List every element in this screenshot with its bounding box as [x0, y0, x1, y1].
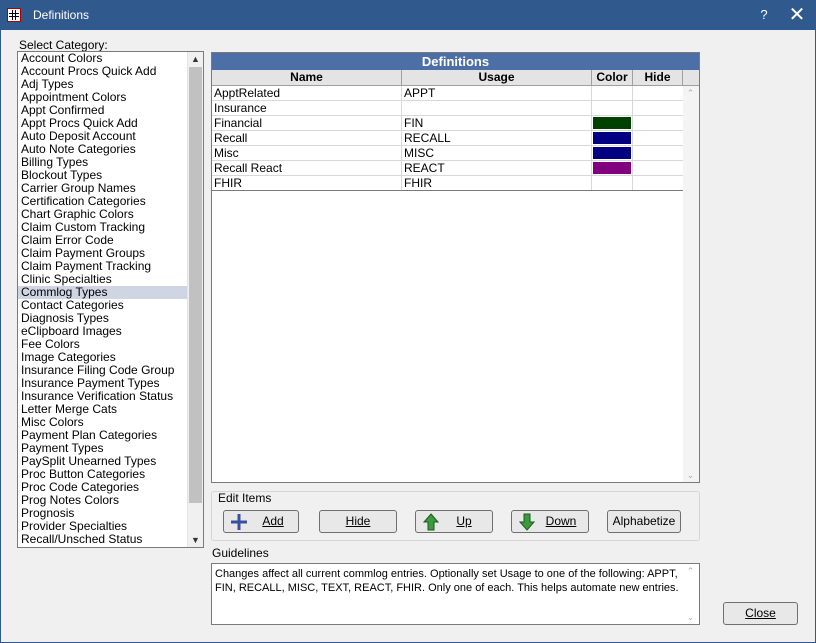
cell-hide [633, 116, 683, 130]
guidelines-scroll-down-icon[interactable]: ⌄ [683, 610, 698, 624]
cell-name: Recall React [212, 161, 402, 175]
cell-name: ApptRelated [212, 86, 402, 100]
table-row[interactable]: Insurance [212, 101, 683, 116]
cell-usage: FIN [402, 116, 592, 130]
cell-hide [633, 176, 683, 190]
select-category-label: Select Category: [19, 38, 108, 52]
cell-color [592, 86, 633, 100]
table-row[interactable]: FHIR FHIR [212, 176, 683, 191]
grid-scroll-up-icon[interactable]: ⌃ [683, 86, 698, 100]
scroll-thumb[interactable] [189, 67, 202, 503]
add-button-label: Add [262, 514, 284, 528]
color-swatch [593, 162, 631, 174]
plus-icon [231, 514, 247, 530]
grid-title: Definitions [212, 53, 699, 70]
cell-usage: FHIR [402, 176, 592, 190]
cell-name: Recall [212, 131, 402, 145]
table-row[interactable]: ApptRelated APPT [212, 86, 683, 101]
up-button-label: Up [456, 514, 472, 528]
definitions-window: Definitions ? ✕ Select Category: Account… [0, 0, 816, 643]
close-window-icon[interactable]: ✕ [787, 4, 807, 26]
guidelines-label: Guidelines [212, 546, 269, 560]
column-header-hide[interactable]: Hide [633, 70, 683, 85]
guidelines-scrollbar[interactable]: ⌃ ⌄ [683, 564, 699, 624]
cell-color [592, 146, 633, 160]
cell-color [592, 101, 633, 115]
grid-scroll-down-icon[interactable]: ⌄ [683, 468, 698, 482]
cell-color [592, 161, 633, 175]
color-swatch [593, 147, 631, 159]
hide-button[interactable]: Hide [319, 510, 397, 533]
up-button[interactable]: Up [415, 510, 493, 533]
cell-color [592, 116, 633, 130]
column-header-color[interactable]: Color [592, 70, 633, 85]
category-item[interactable]: Recall/Unsched Status [18, 533, 203, 546]
table-row[interactable]: Recall RECALL [212, 131, 683, 146]
cell-usage: REACT [402, 161, 592, 175]
up-arrow-icon [422, 513, 440, 531]
cell-name: Financial [212, 116, 402, 130]
guidelines-text: Changes affect all current commlog entri… [215, 568, 679, 594]
category-items: Account Colors Account Procs Quick Add Adj… [18, 52, 203, 546]
table-row[interactable]: Recall React REACT [212, 161, 683, 176]
table-row[interactable]: Financial FIN [212, 116, 683, 131]
definitions-grid: Definitions Name Usage Color Hide ApptRe… [211, 52, 700, 483]
hide-button-label: Hide [345, 514, 371, 528]
cell-hide [633, 161, 683, 175]
cell-name: Misc [212, 146, 402, 160]
cell-usage: APPT [402, 86, 592, 100]
help-button[interactable]: ? [754, 7, 774, 25]
category-list-scrollbar[interactable]: ▲ ▼ [187, 52, 203, 547]
color-swatch [593, 117, 631, 129]
scroll-up-icon[interactable]: ▲ [188, 52, 203, 66]
grid-header: Name Usage Color Hide [212, 70, 699, 86]
title-bar: Definitions ? ✕ [1, 1, 815, 30]
grid-scrollbar[interactable]: ⌃ ⌄ [683, 86, 699, 482]
cell-name: Insurance [212, 101, 402, 115]
close-button-label: Close [745, 606, 776, 620]
cell-usage: MISC [402, 146, 592, 160]
grid-body: ApptRelated APPT Insurance Financial FIN Reca… [212, 86, 683, 191]
cell-usage [402, 101, 592, 115]
cell-color [592, 131, 633, 145]
down-button[interactable]: Down [511, 510, 589, 533]
color-swatch [593, 132, 631, 144]
column-header-name[interactable]: Name [212, 70, 402, 85]
cell-name: FHIR [212, 176, 402, 190]
add-button[interactable]: Add [223, 510, 299, 533]
cell-hide [633, 101, 683, 115]
down-arrow-icon [518, 513, 536, 531]
cell-hide [633, 146, 683, 160]
cell-hide [633, 131, 683, 145]
app-grid-icon [7, 8, 21, 22]
cell-color [592, 176, 633, 190]
window-title: Definitions [33, 8, 90, 22]
close-button[interactable]: Close [723, 602, 798, 625]
cell-hide [633, 86, 683, 100]
scroll-down-icon[interactable]: ▼ [188, 533, 203, 547]
category-list[interactable]: Account Colors Account Procs Quick Add Adj… [17, 51, 204, 548]
down-button-label: Down [545, 514, 577, 528]
alphabetize-button[interactable]: Alphabetize [607, 510, 681, 533]
column-header-usage[interactable]: Usage [402, 70, 592, 85]
guidelines-textbox[interactable]: Changes affect all current commlog entri… [211, 563, 700, 625]
table-row[interactable]: Misc MISC [212, 146, 683, 161]
cell-usage: RECALL [402, 131, 592, 145]
guidelines-scroll-up-icon[interactable]: ⌃ [683, 564, 698, 578]
